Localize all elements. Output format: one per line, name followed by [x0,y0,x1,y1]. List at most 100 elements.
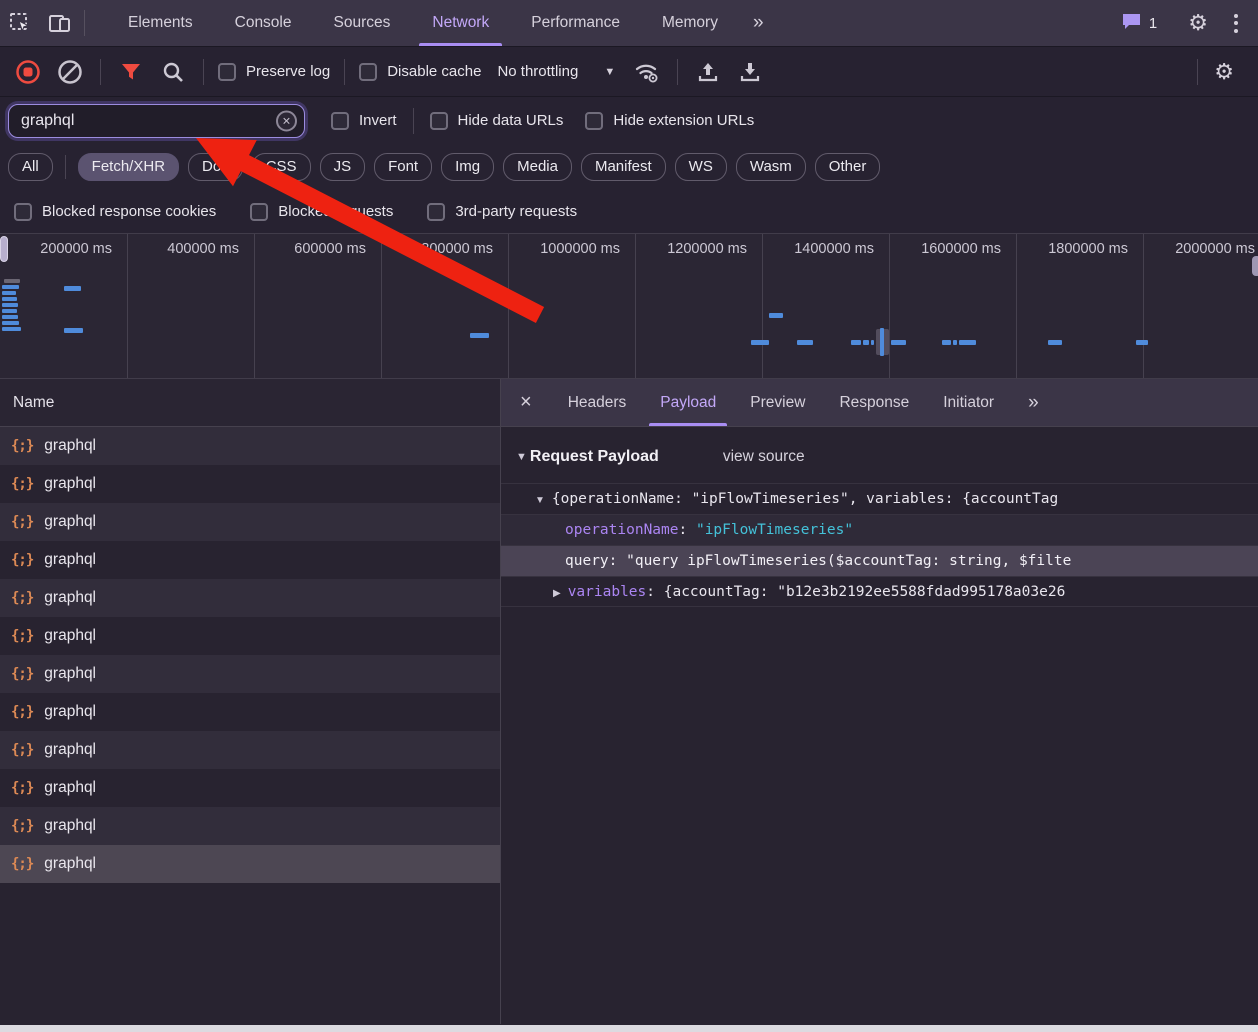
devtools-kebab-menu-icon[interactable] [1220,14,1252,33]
filter-chip-img[interactable]: Img [441,153,494,182]
disable-cache-checkbox[interactable]: Disable cache [359,63,481,81]
waterfall-bar [2,291,16,295]
checkbox-box[interactable] [250,203,268,221]
tab-performance[interactable]: Performance [510,0,641,46]
code-segment: : [679,522,696,538]
detail-tab-preview[interactable]: Preview [733,379,822,426]
checkbox-box[interactable] [585,112,603,130]
filter-chip-wasm[interactable]: Wasm [736,153,806,182]
filter-input[interactable] [9,105,304,137]
code-segment: "ipFlowTimeseries" [696,522,853,538]
import-har-icon[interactable] [692,56,724,88]
name-column-header[interactable]: Name [0,379,500,427]
collapsed-triangle-icon[interactable]: ▶ [553,578,561,607]
network-settings-gear-icon[interactable]: ⚙ [1202,59,1246,85]
waterfall-bar [64,286,81,291]
code-segment: query [565,553,609,569]
chip-separator [65,155,66,179]
payload-row[interactable]: operationName: "ipFlowTimeseries" [501,514,1258,545]
devtools-settings-gear-icon[interactable]: ⚙ [1176,10,1220,36]
blocked-requests-checkbox[interactable]: Blocked requests [250,203,393,221]
request-row[interactable]: {;}graphql [0,845,500,883]
toolbar-separator [344,59,345,85]
waterfall-bar [64,328,83,333]
detail-tab-payload[interactable]: Payload [643,379,733,426]
detail-more-tabs-chevron-icon[interactable]: » [1011,379,1058,426]
request-row[interactable]: {;}graphql [0,807,500,845]
filter-chip-media[interactable]: Media [503,153,572,182]
filter-chip-other[interactable]: Other [815,153,881,182]
waterfall-bar [2,321,19,325]
request-row[interactable]: {;}graphql [0,579,500,617]
tab-elements[interactable]: Elements [107,0,214,46]
waterfall-bar [4,279,20,283]
checkbox-box[interactable] [14,203,32,221]
request-list-pane: Name {;}graphql{;}graphql{;}graphql{;}gr… [0,379,501,1024]
blocked-response-cookies-checkbox[interactable]: Blocked response cookies [14,203,216,221]
request-row[interactable]: {;}graphql [0,427,500,465]
hide-data-urls-checkbox[interactable]: Hide data URLs [430,112,564,130]
checkbox-box[interactable] [331,112,349,130]
request-row[interactable]: {;}graphql [0,617,500,655]
device-toolbar-icon[interactable] [40,0,80,46]
view-source-link[interactable]: view source [723,448,805,466]
request-row[interactable]: {;}graphql [0,655,500,693]
tab-console[interactable]: Console [214,0,313,46]
detail-tab-response[interactable]: Response [822,379,926,426]
timeline-tick-label: 800000 ms [381,241,508,261]
filter-button[interactable] [115,56,147,88]
waterfall-bar [2,297,17,301]
expanded-triangle-icon[interactable]: ▼ [535,485,545,514]
clear-network-log-button[interactable] [54,56,86,88]
request-row[interactable]: {;}graphql [0,541,500,579]
payload-row[interactable]: query: "query ipFlowTimeseries($accountT… [501,545,1258,576]
3rd-party-requests-checkbox[interactable]: 3rd-party requests [427,203,577,221]
filter-chip-manifest[interactable]: Manifest [581,153,666,182]
preserve-log-checkbox[interactable]: Preserve log [218,63,330,81]
network-overview-timeline[interactable]: 200000 ms400000 ms600000 ms800000 ms1000… [0,234,1258,379]
payload-row[interactable]: ▼{operationName: "ipFlowTimeseries", var… [501,483,1258,514]
invert-checkbox[interactable]: Invert [331,112,397,130]
request-row[interactable]: {;}graphql [0,769,500,807]
hide-extension-urls-checkbox[interactable]: Hide extension URLs [585,112,754,130]
filter-chip-ws[interactable]: WS [675,153,727,182]
checkbox-box[interactable] [218,63,236,81]
filter-chip-css[interactable]: CSS [252,153,311,182]
tabbar-separator [84,10,85,36]
payload-row[interactable]: ▶variables: {accountTag: "b12e3b2192ee55… [501,576,1258,607]
clear-filter-icon[interactable]: × [276,110,297,131]
collapse-triangle-icon[interactable]: ▼ [516,451,527,463]
request-row[interactable]: {;}graphql [0,693,500,731]
json-fetch-icon: {;} [11,856,33,872]
tab-memory[interactable]: Memory [641,0,739,46]
waterfall-bar [470,333,489,338]
inspect-element-icon[interactable] [0,0,40,46]
close-details-icon[interactable]: × [501,379,551,426]
network-conditions-icon[interactable] [631,56,663,88]
request-row[interactable]: {;}graphql [0,503,500,541]
timeline-tick-label: 2000000 ms [1143,241,1258,261]
checkbox-box[interactable] [427,203,445,221]
issues-button[interactable]: 1 [1111,11,1167,35]
record-network-log-button[interactable] [12,56,44,88]
detail-tab-initiator[interactable]: Initiator [926,379,1011,426]
waterfall-bar [2,327,21,331]
throttling-dropdown[interactable]: No throttling ▼ [491,63,621,80]
tab-sources[interactable]: Sources [313,0,412,46]
filter-chip-js[interactable]: JS [320,153,366,182]
filter-chip-fetch-xhr[interactable]: Fetch/XHR [78,153,179,182]
detail-tab-headers[interactable]: Headers [551,379,644,426]
search-icon[interactable] [157,56,189,88]
invert-label: Invert [359,112,397,129]
timeline-tick-label: 200000 ms [0,241,127,261]
export-har-icon[interactable] [734,56,766,88]
filter-chip-doc[interactable]: Doc [188,153,243,182]
filter-chip-all[interactable]: All [8,153,53,182]
tab-network[interactable]: Network [411,0,510,46]
request-row[interactable]: {;}graphql [0,465,500,503]
checkbox-box[interactable] [430,112,448,130]
checkbox-box[interactable] [359,63,377,81]
request-row[interactable]: {;}graphql [0,731,500,769]
filter-chip-font[interactable]: Font [374,153,432,182]
more-tabs-chevron-icon[interactable]: » [739,0,780,46]
